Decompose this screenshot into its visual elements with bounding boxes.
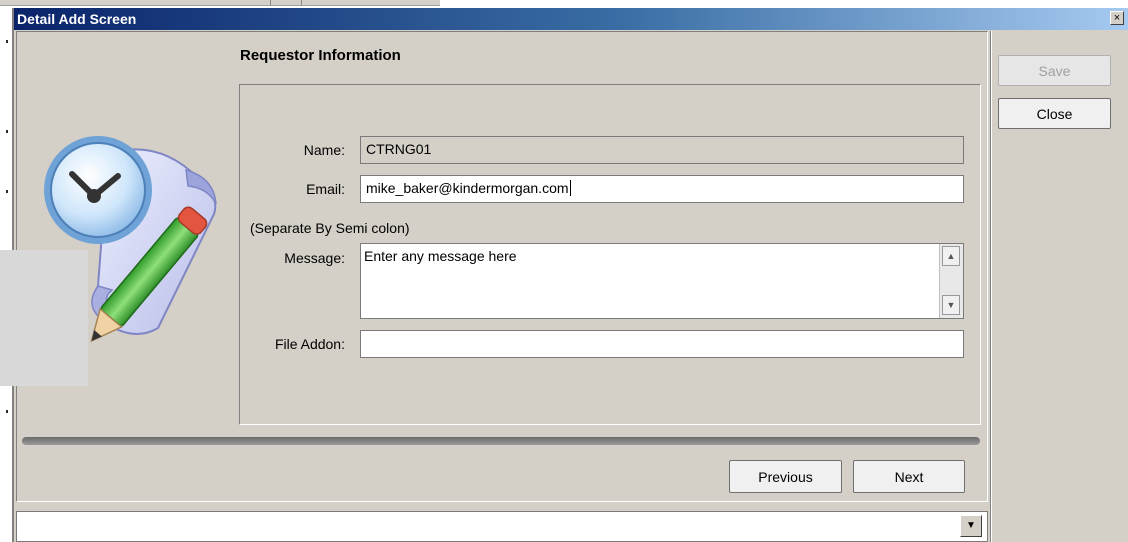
- close-button[interactable]: Close: [998, 98, 1111, 129]
- window-title: Detail Add Screen: [17, 11, 137, 27]
- name-label: Name:: [303, 142, 345, 158]
- bottom-dropdown[interactable]: [16, 511, 988, 542]
- email-field[interactable]: mike_baker@kindermorgan.com: [360, 175, 964, 203]
- background-window-strip: [0, 0, 440, 6]
- left-edge-tick: [6, 410, 8, 413]
- panel-divider: [990, 31, 992, 542]
- text-cursor: [569, 180, 571, 196]
- message-label: Message:: [284, 250, 345, 266]
- window-close-button[interactable]: ×: [1110, 11, 1124, 25]
- next-button[interactable]: Next: [853, 460, 965, 493]
- left-edge-tick: [6, 40, 8, 43]
- left-edge-tick: [6, 190, 8, 193]
- title-bar: [14, 8, 1128, 30]
- scroll-up-arrow-icon[interactable]: ▲: [942, 246, 960, 266]
- section-title: Requestor Information: [240, 47, 401, 64]
- horizontal-separator: [22, 437, 980, 445]
- message-value: Enter any message here: [364, 248, 517, 264]
- file-addon-label: File Addon:: [274, 336, 345, 352]
- file-addon-field[interactable]: [360, 330, 964, 358]
- dropdown-arrow-icon[interactable]: ▼: [960, 515, 982, 537]
- email-value: mike_baker@kindermorgan.com: [366, 180, 569, 196]
- background-window-marker: [270, 0, 302, 6]
- left-edge-tick: [6, 130, 8, 133]
- overlapping-gray-block: [0, 250, 88, 386]
- email-separator-hint: (Separate By Semi colon): [250, 220, 410, 236]
- previous-button[interactable]: Previous: [729, 460, 842, 493]
- name-field[interactable]: CTRNG01: [360, 136, 964, 164]
- save-button[interactable]: Save: [998, 55, 1111, 86]
- email-label: Email:: [306, 181, 345, 197]
- scroll-down-arrow-icon[interactable]: ▼: [942, 295, 960, 315]
